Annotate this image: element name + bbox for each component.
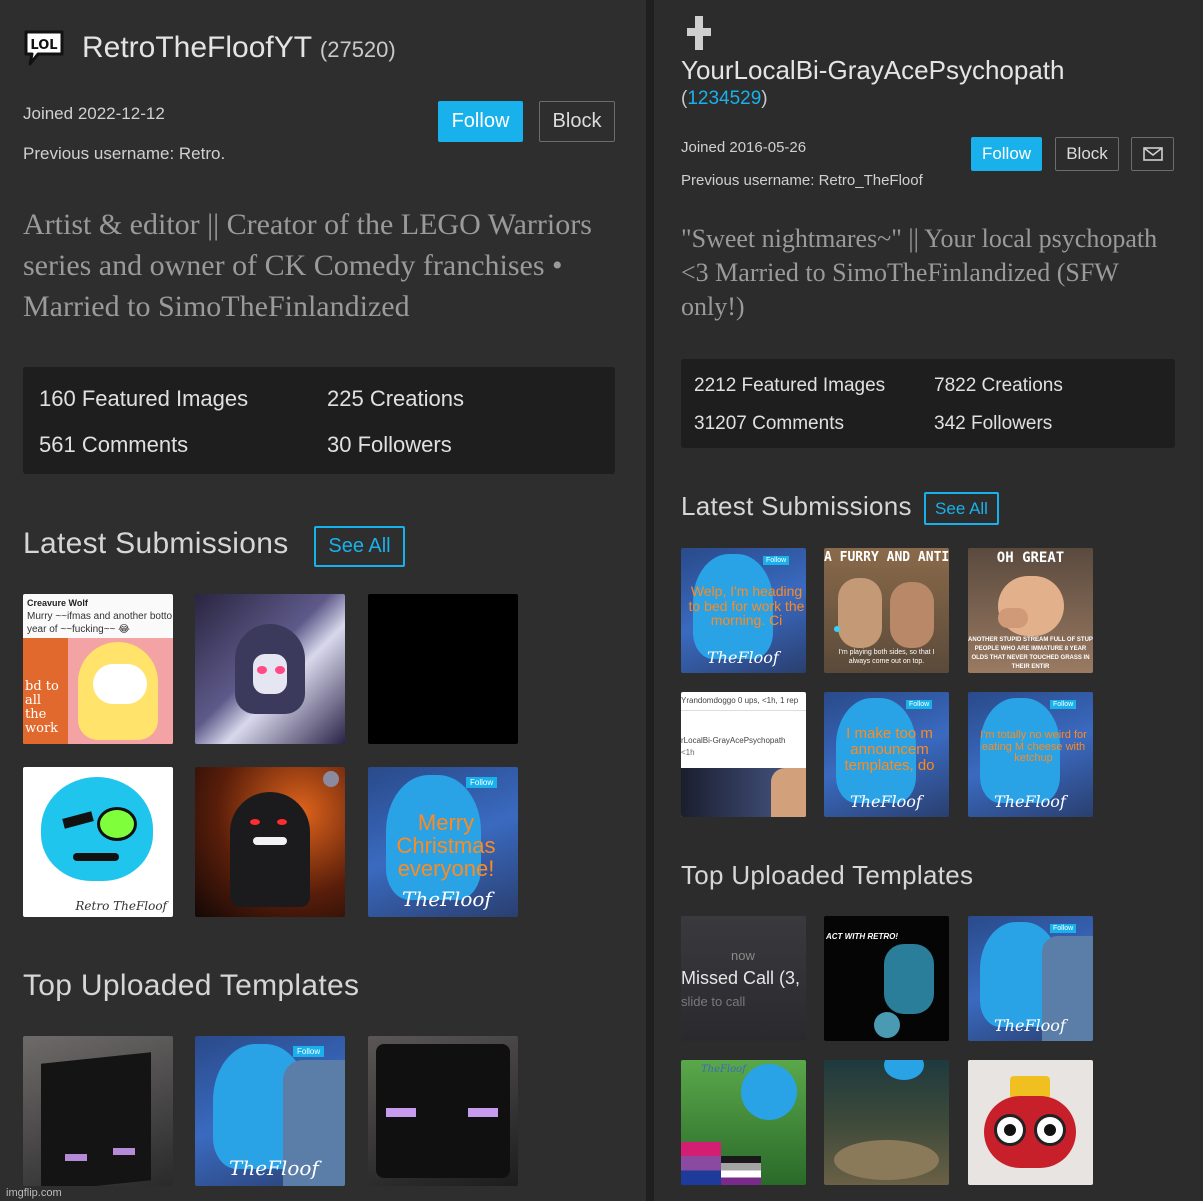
latest-submissions-title: Latest Submissions	[681, 491, 912, 521]
top-templates-title: Top Uploaded Templates	[23, 969, 360, 1002]
stat-comments[interactable]: 31207 Comments	[694, 413, 844, 435]
panel-divider	[646, 0, 654, 1201]
svg-text:LOL: LOL	[30, 38, 57, 53]
lol-speech-bubble-icon: LOL	[22, 28, 66, 68]
template-thumbnail[interactable]: Follow TheFloof	[968, 916, 1093, 1041]
username[interactable]: YourLocalBi-GrayAcePsychopath	[681, 55, 1064, 86]
template-thumbnail[interactable]: ACT WITH RETRO!	[824, 916, 949, 1041]
profile-bio: Artist & editor || Creator of the LEGO W…	[23, 208, 592, 323]
see-all-button[interactable]: See All	[314, 526, 405, 567]
submission-thumbnail[interactable]: Follow Merry Christmas everyone! TheFloo…	[368, 767, 518, 917]
submission-thumbnail[interactable]: Follow Welp, I'm heading to bed for work…	[681, 548, 806, 673]
profile-bio: "Sweet nightmares~" || Your local psycho…	[681, 224, 1158, 321]
stat-featured-images[interactable]: 2212 Featured Images	[694, 375, 885, 397]
icon-corner	[323, 771, 339, 787]
stat-creations[interactable]: 7822 Creations	[934, 375, 1063, 397]
submission-thumbnail[interactable]	[195, 767, 345, 917]
top-templates-title: Top Uploaded Templates	[681, 860, 974, 890]
joined-date: Joined 2022-12-12	[23, 104, 165, 123]
previous-username: Previous username: Retro.	[23, 144, 226, 163]
profile-panel-left: LOL RetroTheFloofYT (27520) Joined 2022-…	[0, 0, 646, 1201]
message-button[interactable]	[1131, 137, 1174, 171]
cross-icon	[687, 16, 711, 50]
user-id: (27520)	[319, 37, 396, 62]
stat-comments[interactable]: 561 Comments	[39, 432, 188, 458]
block-button[interactable]: Block	[539, 101, 615, 142]
template-thumbnail[interactable]	[824, 1060, 949, 1185]
template-thumbnail[interactable]	[368, 1036, 518, 1186]
follow-button[interactable]: Follow	[438, 101, 523, 142]
template-thumbnail[interactable]: TheFloof	[681, 1060, 806, 1185]
stat-followers[interactable]: 342 Followers	[934, 413, 1052, 435]
envelope-icon	[1142, 147, 1163, 161]
see-all-button[interactable]: See All	[924, 492, 999, 525]
template-thumbnail[interactable]: Follow TheFloof	[195, 1036, 345, 1186]
template-thumbnail[interactable]: now Missed Call (3, slide to call	[681, 916, 806, 1041]
username[interactable]: RetroTheFloofYT (27520)	[82, 31, 396, 65]
joined-date: Joined 2016-05-26	[681, 139, 807, 156]
submission-thumbnail[interactable]	[368, 594, 518, 744]
stat-creations[interactable]: 225 Creations	[327, 386, 464, 412]
submission-thumbnail[interactable]: A FURRY AND ANTI-FU I'm playing both sid…	[824, 548, 949, 673]
template-thumbnail[interactable]	[968, 1060, 1093, 1185]
submission-thumbnail[interactable]: Retro TheFloof	[23, 767, 173, 917]
stat-featured-images[interactable]: 160 Featured Images	[39, 386, 248, 412]
submission-thumbnail[interactable]: Follow I make too m announcem templates,…	[824, 692, 949, 817]
imgflip-watermark: imgflip.com	[6, 1187, 62, 1199]
block-button[interactable]: Block	[1055, 137, 1119, 171]
submission-thumbnail[interactable]	[195, 594, 345, 744]
stats-box: 160 Featured Images 225 Creations 561 Co…	[23, 367, 615, 474]
latest-submissions-title: Latest Submissions	[23, 527, 289, 560]
template-thumbnail[interactable]	[23, 1036, 173, 1186]
follow-button[interactable]: Follow	[971, 137, 1042, 171]
submission-thumbnail[interactable]: OH GREAT ANOTHER STUPID STREAM FULL OF S…	[968, 548, 1093, 673]
previous-username: Previous username: Retro_TheFloof	[681, 172, 923, 189]
profile-panel-right: YourLocalBi-GrayAcePsychopath (1234529) …	[654, 0, 1203, 1201]
submission-thumbnail[interactable]: Yrandomdoggo 0 ups, <1h, 1 rep rLocalBi-…	[681, 692, 806, 817]
stats-box: 2212 Featured Images 7822 Creations 3120…	[681, 359, 1175, 448]
submission-thumbnail[interactable]: Creavure Wolf Murry ~~ifmas and another …	[23, 594, 173, 744]
submission-thumbnail[interactable]: Follow I'm totally no weird for eating M…	[968, 692, 1093, 817]
user-id: (1234529)	[681, 88, 768, 109]
stat-followers[interactable]: 30 Followers	[327, 432, 452, 458]
